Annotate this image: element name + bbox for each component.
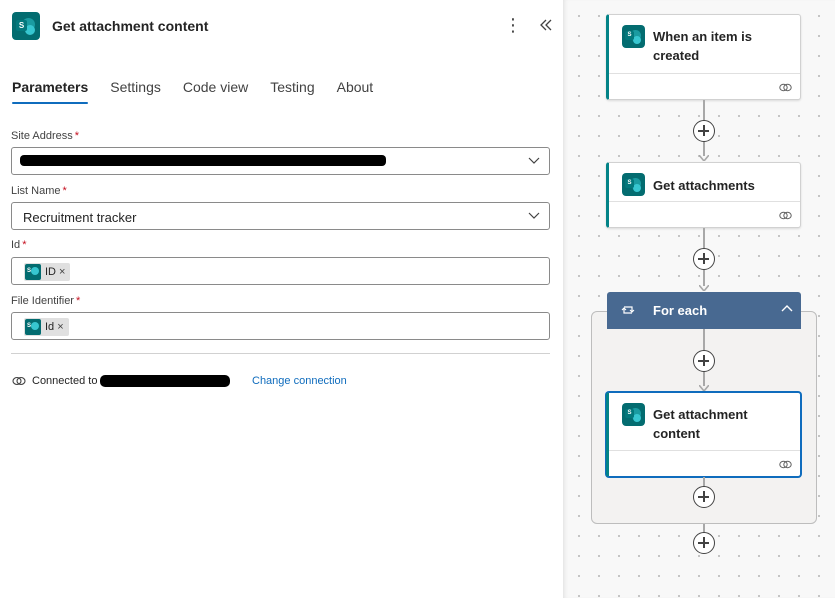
chevron-down-icon <box>528 212 540 219</box>
change-connection-link[interactable]: Change connection <box>252 375 347 387</box>
card-footer <box>609 450 800 476</box>
tab-settings[interactable]: Settings <box>110 78 161 104</box>
card-footer <box>609 201 800 227</box>
card-title: When an item is created <box>653 29 752 63</box>
get-attachment-content-card[interactable]: S Get attachment content <box>606 392 801 477</box>
redacted-connection-name <box>100 375 230 387</box>
arrow-down-icon <box>699 155 709 161</box>
get-attachments-card[interactable]: S Get attachments <box>606 162 801 228</box>
file-identifier-input[interactable]: Id × <box>11 312 550 340</box>
trigger-card[interactable]: S When an item is created <box>606 14 801 100</box>
tab-testing[interactable]: Testing <box>270 78 314 104</box>
arrow-down-icon <box>699 385 709 391</box>
section-divider <box>11 353 550 354</box>
tab-code-view[interactable]: Code view <box>183 78 248 104</box>
required-marker: * <box>62 185 67 197</box>
insert-step-button[interactable] <box>693 120 715 142</box>
site-address-label: Site Address * <box>11 130 79 142</box>
for-each-title: For each <box>653 303 708 318</box>
card-footer <box>609 73 800 99</box>
list-name-dropdown[interactable]: Recruitment tracker <box>11 202 550 230</box>
site-address-dropdown[interactable] <box>11 147 550 175</box>
action-details-panel: S Get attachment content ⋮ Parameters Se… <box>0 0 563 598</box>
connection-status: Connected to <box>32 375 98 387</box>
chevron-down-icon <box>528 157 540 164</box>
add-action-button[interactable] <box>693 532 715 554</box>
remove-token-icon[interactable]: × <box>59 266 65 278</box>
list-name-label: List Name * <box>11 185 67 197</box>
arrow-down-icon <box>699 285 709 291</box>
required-marker: * <box>75 295 81 307</box>
token-label: Id <box>45 321 55 333</box>
for-each-header[interactable]: For each <box>607 292 801 329</box>
dynamic-content-token-file-id[interactable]: Id × <box>24 318 69 336</box>
site-address-label-text: Site Address <box>11 130 73 142</box>
required-marker: * <box>22 239 27 251</box>
redacted-site-address <box>20 155 386 166</box>
add-action-in-loop-button[interactable] <box>693 486 715 508</box>
file-identifier-label: File Identifier * <box>11 295 80 307</box>
remove-token-icon[interactable]: × <box>57 321 63 333</box>
collapse-panel-icon[interactable] <box>535 14 557 36</box>
tab-parameters[interactable]: Parameters <box>12 78 89 104</box>
sharepoint-logo-icon: S <box>622 403 645 426</box>
id-label: Id * <box>11 239 26 251</box>
sharepoint-token-icon <box>25 264 41 280</box>
panel-tabs: Parameters Settings Code view Testing Ab… <box>12 78 373 108</box>
panel-title: Get attachment content <box>52 18 209 34</box>
sharepoint-logo-icon: S <box>622 25 645 48</box>
insert-step-button[interactable] <box>693 350 715 372</box>
file-identifier-label-text: File Identifier <box>11 295 74 307</box>
chevron-up-icon[interactable] <box>779 301 795 317</box>
loop-icon <box>621 306 635 314</box>
token-label: ID <box>45 266 56 278</box>
connection-link-icon <box>779 83 792 92</box>
sharepoint-logo-icon: S <box>12 12 40 40</box>
tab-about[interactable]: About <box>337 78 374 104</box>
list-name-value: Recruitment tracker <box>23 210 137 225</box>
required-marker: * <box>74 130 80 142</box>
card-title: Get attachment content <box>653 407 748 441</box>
sharepoint-token-icon <box>25 319 41 335</box>
insert-step-button[interactable] <box>693 248 715 270</box>
list-name-label-text: List Name <box>11 185 61 197</box>
more-options-icon[interactable]: ⋮ <box>504 14 522 36</box>
connection-link-icon <box>779 460 792 469</box>
dynamic-content-token-id[interactable]: ID × <box>24 263 71 281</box>
id-input[interactable]: ID × <box>11 257 550 285</box>
card-title: Get attachments <box>653 178 755 193</box>
sharepoint-logo-icon: S <box>622 173 645 196</box>
connection-link-icon <box>12 376 26 386</box>
connection-link-icon <box>779 211 792 220</box>
id-label-text: Id <box>11 239 21 251</box>
